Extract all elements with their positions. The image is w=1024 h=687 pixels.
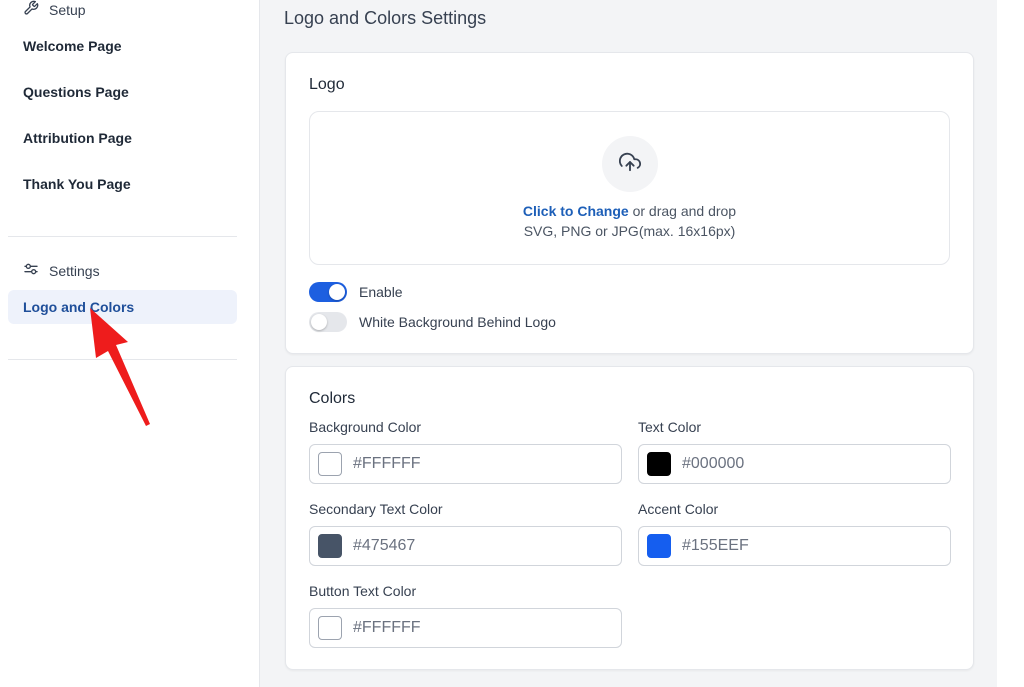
color-swatch[interactable] [318,452,342,476]
right-gutter [997,0,1024,687]
sidebar-item-label: Welcome Page [23,38,122,54]
text-color-label: Text Color [638,419,702,435]
logo-card-title: Logo [309,76,345,93]
upload-button[interactable] [602,136,658,192]
cloud-upload-icon [619,151,642,178]
color-swatch[interactable] [647,534,671,558]
color-hex-value: #155EEF [682,537,749,554]
color-hex-value: #000000 [682,455,745,472]
annotation-arrow-icon [90,308,150,426]
color-hex-value: #FFFFFF [353,619,421,636]
drag-drop-text: or drag and drop [628,203,737,219]
white-background-row: White Background Behind Logo [309,312,556,332]
background-color-input[interactable]: #FFFFFF [309,444,622,484]
sidebar-settings-label: Settings [49,262,100,279]
colors-card: Colors Background Color #FFFFFF Text Col… [285,366,974,670]
color-swatch[interactable] [318,534,342,558]
sidebar-item-attribution-page[interactable]: Attribution Page [8,121,237,155]
sidebar-item-thank-you-page[interactable]: Thank You Page [8,167,237,201]
button-text-color-label: Button Text Color [309,583,417,599]
text-color-input[interactable]: #000000 [638,444,951,484]
color-hex-value: #FFFFFF [353,455,421,472]
page-title: Logo and Colors Settings [284,8,487,28]
enable-logo-toggle[interactable] [309,282,347,302]
sidebar-item-welcome-page[interactable]: Welcome Page [8,29,237,63]
secondary-text-color-label: Secondary Text Color [309,501,443,517]
logo-card: Logo Click to Change or drag and drop SV… [285,52,974,354]
sliders-icon [23,261,39,280]
sidebar-item-label: Questions Page [23,84,129,100]
accent-color-label: Accent Color [638,501,719,517]
color-swatch[interactable] [318,616,342,640]
button-text-color-input[interactable]: #FFFFFF [309,608,622,648]
sidebar-item-label: Attribution Page [23,130,132,146]
white-background-label: White Background Behind Logo [359,314,556,330]
toggle-knob [311,314,327,330]
sidebar-section-setup: Setup [23,0,86,19]
click-to-change-link[interactable]: Click to Change [523,203,629,219]
enable-logo-row: Enable [309,282,403,302]
color-swatch[interactable] [647,452,671,476]
accent-color-input[interactable]: #155EEF [638,526,951,566]
sidebar-divider [8,236,237,237]
logo-upload-dropzone[interactable]: Click to Change or drag and drop SVG, PN… [309,111,950,265]
toggle-knob [329,284,345,300]
upload-format-hint: SVG, PNG or JPG(max. 16x16px) [523,223,736,239]
wrench-icon [23,0,39,19]
sidebar-section-settings: Settings [23,261,100,280]
background-color-label: Background Color [309,419,422,435]
color-hex-value: #475467 [353,537,416,554]
sidebar-setup-label: Setup [49,1,86,18]
enable-logo-label: Enable [359,284,403,300]
upload-instructions: Click to Change or drag and drop [310,203,949,219]
sidebar-item-questions-page[interactable]: Questions Page [8,75,237,109]
secondary-text-color-input[interactable]: #475467 [309,526,622,566]
white-background-toggle[interactable] [309,312,347,332]
sidebar-item-label: Thank You Page [23,176,131,192]
colors-card-title: Colors [309,390,356,407]
